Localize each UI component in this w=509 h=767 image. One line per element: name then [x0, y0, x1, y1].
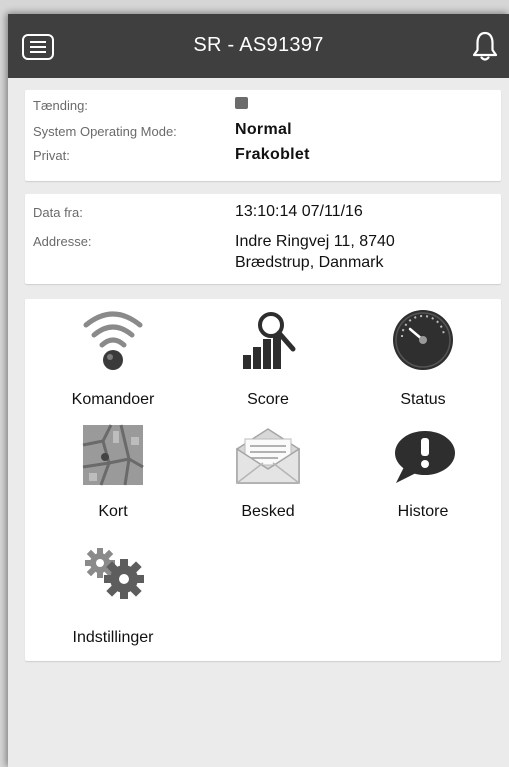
menu-grid: Komandoer Score Status Kort Besked Histo… — [25, 299, 501, 661]
private-value: Frakoblet — [235, 146, 310, 163]
menu-item-label: Besked — [241, 503, 295, 520]
location-card: Data fra: 13:10:14 07/11/16 Addresse: In… — [25, 194, 501, 284]
menu-item-indstillinger[interactable]: Indstillinger — [38, 545, 188, 655]
menu-item-histore[interactable]: Histore — [348, 423, 498, 533]
address-label: Addresse: — [33, 234, 92, 249]
gauge-icon — [393, 310, 453, 370]
menu-item-kort[interactable]: Kort — [38, 423, 188, 533]
menu-item-score[interactable]: Score — [193, 305, 343, 415]
ignition-indicator — [235, 97, 248, 109]
map-icon — [82, 424, 144, 486]
score-chart-icon — [243, 312, 296, 369]
envelope-icon — [236, 428, 300, 484]
data-from-value: 13:10:14 07/11/16 — [235, 203, 363, 220]
menu-item-label: Indstillinger — [72, 629, 154, 646]
menu-item-besked[interactable]: Besked — [193, 423, 343, 533]
private-label: Privat: — [33, 148, 70, 163]
mode-value: Normal — [235, 121, 292, 138]
menu-item-status[interactable]: Status — [348, 305, 498, 415]
menu-item-label: Komandoer — [71, 391, 155, 408]
ignition-label: Tænding: — [33, 98, 88, 113]
data-from-label: Data fra: — [33, 205, 83, 220]
mode-label: System Operating Mode: — [33, 124, 177, 139]
page-title: SR - AS91397 — [193, 34, 324, 56]
address-line-1: Indre Ringvej 11, 8740 — [235, 233, 395, 250]
status-card: Tænding: System Operating Mode: Normal P… — [25, 90, 501, 181]
menu-item-label: Histore — [397, 503, 449, 520]
menu-item-komandoer[interactable]: Komandoer — [38, 305, 188, 415]
gears-icon — [85, 548, 144, 599]
address-value: Indre Ringvej 11, 8740 Brædstrup, Danmar… — [235, 231, 395, 273]
address-line-2: Brædstrup, Danmark — [235, 254, 384, 271]
menu-item-label: Kort — [98, 503, 128, 520]
wifi-signal-icon — [83, 311, 143, 370]
menu-item-label: Score — [247, 391, 289, 408]
top-bar: SR - AS91397 — [8, 14, 509, 78]
app-frame: SR - AS91397 Tænding: System Operating M… — [8, 14, 509, 767]
bell-icon[interactable] — [471, 30, 499, 62]
menu-item-label: Status — [400, 391, 446, 408]
alert-bubble-icon — [395, 431, 455, 483]
